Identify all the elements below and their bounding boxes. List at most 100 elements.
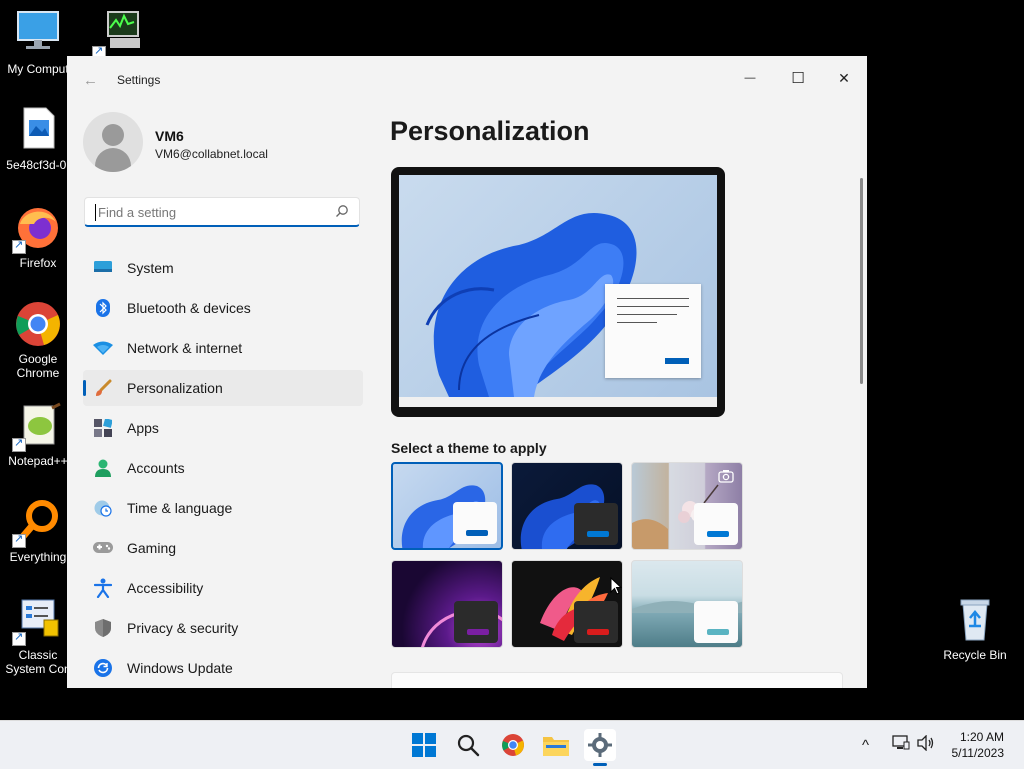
chrome-taskbar-button[interactable]	[497, 729, 529, 761]
image-file-icon	[14, 106, 62, 154]
user-profile[interactable]: VM6 VM6@collabnet.local	[83, 112, 373, 174]
desktop-icon-label: Classic System Con	[5, 648, 71, 676]
sidebar-item-privacy[interactable]: Privacy & security	[83, 610, 363, 646]
sidebar-item-label: Windows Update	[127, 660, 233, 676]
file-explorer-button[interactable]	[540, 729, 572, 761]
desktop-icon-notepadpp[interactable]: Notepad++	[0, 402, 76, 468]
desktop-icon-label: Everything	[9, 550, 67, 564]
desktop-icon-label: Notepad++	[8, 454, 68, 468]
task-monitor-icon	[92, 10, 142, 60]
preview-taskbar	[399, 397, 717, 407]
sidebar-item-apps[interactable]: Apps	[83, 410, 363, 446]
sidebar-item-gaming[interactable]: Gaming	[83, 530, 363, 566]
close-button[interactable]: ✕	[821, 62, 867, 94]
sidebar-item-label: Apps	[127, 420, 159, 436]
desktop-icon-label: Google Chrome	[16, 352, 60, 380]
settings-taskbar-button[interactable]	[584, 729, 616, 766]
desktop-icon-recycle-bin[interactable]: Recycle Bin	[937, 596, 1013, 662]
tray-chevron-icon[interactable]: ^	[862, 737, 869, 754]
theme-sunrise[interactable]	[511, 560, 623, 648]
everything-search-icon	[12, 498, 62, 548]
desktop-icon-firefox[interactable]: Firefox	[0, 204, 76, 270]
chrome-icon	[502, 734, 524, 756]
accessibility-icon	[93, 578, 113, 598]
theme-windows-dark[interactable]	[511, 462, 623, 550]
theme-captured-motion[interactable]	[631, 462, 743, 550]
sidebar-item-label: Accounts	[127, 460, 185, 476]
desktop-icon-system-monitor[interactable]	[80, 10, 156, 62]
sidebar-item-time-language[interactable]: Time & language	[83, 490, 363, 526]
sidebar-item-label: Time & language	[127, 500, 233, 516]
sidebar-item-accessibility[interactable]: Accessibility	[83, 570, 363, 606]
control-panel-icon	[12, 596, 62, 646]
back-arrow-icon[interactable]: ←	[83, 72, 98, 89]
preview-accent-button	[665, 358, 689, 364]
taskbar: ^ 1:20 AM 5/11/2023	[0, 720, 1024, 769]
avatar-head	[102, 124, 124, 146]
recycle-bin-icon	[951, 596, 999, 644]
search-icon[interactable]	[335, 204, 349, 218]
preview-window	[605, 284, 701, 378]
clock-date: 5/11/2023	[951, 746, 1005, 760]
sidebar-item-accounts[interactable]: Accounts	[83, 450, 363, 486]
desktop-icon-label: 5e48cf3d-0.	[6, 158, 70, 172]
search-box[interactable]	[84, 197, 360, 227]
profile-email: VM6@collabnet.local	[155, 147, 268, 161]
sidebar-item-label: Accessibility	[127, 580, 204, 596]
desktop-icon-everything[interactable]: Everything	[0, 498, 76, 564]
shield-icon	[93, 618, 113, 638]
sidebar-item-windows-update[interactable]: Windows Update	[83, 650, 363, 686]
chrome-icon	[14, 300, 62, 348]
search-input[interactable]	[95, 204, 330, 221]
firefox-icon	[12, 204, 62, 254]
desktop-icon-label: Firefox	[19, 256, 57, 270]
network-icon[interactable]	[892, 735, 910, 754]
clock-time: 1:20 AM	[959, 730, 1004, 744]
notepadpp-icon	[12, 402, 62, 452]
theme-windows-light[interactable]	[391, 462, 503, 550]
desktop-icon-classic-control[interactable]: Classic System Con	[0, 596, 76, 676]
sidebar-item-label: System	[127, 260, 174, 276]
page-title: Personalization	[390, 116, 590, 146]
update-icon	[93, 658, 113, 678]
avatar-body	[95, 148, 131, 172]
theme-section-label: Select a theme to apply	[391, 440, 547, 456]
sidebar-item-system[interactable]: System	[83, 250, 363, 286]
start-button[interactable]	[408, 729, 440, 761]
desktop-icon-chrome[interactable]: Google Chrome	[0, 300, 76, 380]
sidebar-item-personalization[interactable]: Personalization	[83, 370, 363, 406]
sidebar-item-network[interactable]: Network & internet	[83, 330, 363, 366]
gamepad-icon	[93, 538, 113, 558]
theme-glow[interactable]	[391, 560, 503, 648]
profile-name: VM6	[155, 128, 184, 144]
monitor-icon	[14, 10, 62, 58]
volume-icon[interactable]	[917, 734, 935, 754]
apps-icon	[93, 418, 113, 438]
desktop-icon-label: My Comput	[7, 62, 69, 76]
sidebar-item-label: Bluetooth & devices	[127, 300, 251, 316]
active-indicator	[593, 763, 607, 766]
desktop-icon-image-file[interactable]: 5e48cf3d-0.	[0, 106, 76, 172]
maximize-button[interactable]: ☐	[775, 62, 821, 94]
folder-icon	[543, 737, 569, 756]
mouse-cursor-icon	[610, 576, 623, 600]
scrollbar[interactable]	[860, 178, 863, 384]
avatar	[83, 112, 143, 172]
settings-card[interactable]	[391, 672, 843, 688]
sidebar-nav: System Bluetooth & devices Network & int…	[83, 250, 363, 688]
sidebar-item-label: Network & internet	[127, 340, 243, 356]
sidebar-item-bluetooth[interactable]: Bluetooth & devices	[83, 290, 363, 326]
theme-flow[interactable]	[631, 560, 743, 648]
shortcut-arrow-icon	[12, 436, 26, 452]
sidebar-item-label: Privacy & security	[127, 620, 239, 636]
clock[interactable]: 1:20 AM 5/11/2023	[952, 729, 1005, 761]
wifi-icon	[93, 338, 113, 358]
sidebar-item-label: Personalization	[127, 380, 223, 396]
search-taskbar-button[interactable]	[452, 729, 484, 761]
sidebar-item-label: Gaming	[127, 540, 177, 556]
theme-preview	[391, 167, 725, 417]
camera-icon	[718, 469, 734, 483]
minimize-button[interactable]: —	[727, 62, 773, 94]
settings-window: ← Settings — ☐ ✕ VM6 VM6@collabnet.local…	[67, 56, 867, 688]
desktop-icon-my-computer[interactable]: My Comput	[0, 10, 76, 76]
